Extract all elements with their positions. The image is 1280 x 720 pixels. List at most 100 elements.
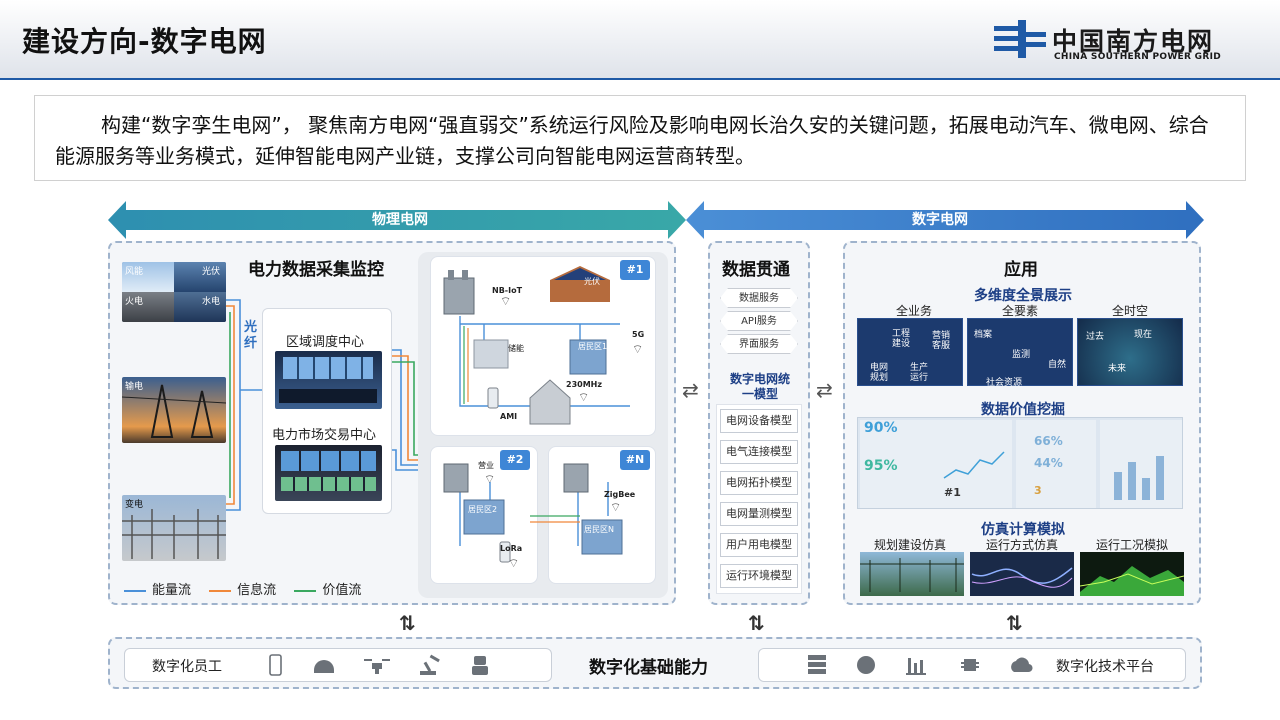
wifi-icon: ⌔ [500,294,512,308]
mining-value-rank: #1 [944,486,961,499]
mining-value-66: 66% [1034,434,1063,448]
energy-source-photo: 风能 光伏 火电 水电 [122,262,226,322]
updown-arrow-icon: ⇅ [748,611,765,635]
arrow-bands [108,201,1204,239]
photo-label-solar: 光伏 [202,267,221,277]
dispatch-center-label: 区域调度中心 [286,335,365,350]
label-5g: 5G [632,330,645,339]
physical-band-label: 物理电网 [372,212,428,228]
element-label-social: 社会资源 [986,378,1023,388]
model-measure: 电网量测模型 [720,502,798,526]
phone-icon [269,654,282,676]
model-environment: 运行环境模型 [720,564,798,588]
dispatch-center-photo [275,351,382,409]
biz-label-construction: 工程建设 [892,329,911,349]
mining-value-95: 95% [864,458,898,474]
market-center-photo [275,445,382,501]
updown-arrow-icon: ⇅ [1006,611,1023,635]
wifi-icon: ⌔ [578,390,590,404]
simulation-condition-img [1080,552,1184,596]
label-storage: 储能 [508,344,524,353]
market-center-label: 电力市场交易中心 [272,428,377,443]
transmission-photo: 输电 [122,377,226,443]
brain-icon [857,656,875,674]
time-label-present: 现在 [1134,330,1153,340]
platform-icons [808,655,1033,675]
label-zigbee: ZigBee [604,490,636,499]
drone-icon [364,659,390,674]
label-lora: LoRa [500,544,523,553]
mining-trend-chart [943,451,1005,479]
exchange-arrow-icon: ⇄ [816,378,833,402]
photo-label-wind: 风能 [125,267,144,277]
label-resident-2: 居民区2 [468,505,498,514]
legend-value-swatch [294,589,317,592]
foundation-title: 数字化基础能力 [589,658,708,678]
chip-icon [961,659,979,671]
panorama-col-spacetime: 全时空 [1112,304,1149,318]
fiber-label: 光纤 [244,320,258,351]
time-label-past: 过去 [1086,332,1105,342]
substation-photo: 变电 [122,495,226,561]
model-device: 电网设备模型 [720,409,798,433]
wifi-icon: ⌔ [610,500,622,514]
model-electrical: 电气连接模型 [720,440,798,464]
digital-platform-label: 数字化技术平台 [1056,659,1154,675]
mining-value-44: 44% [1034,456,1063,470]
simulation-planning-img [860,552,964,596]
intro-text: 构建“数字孪生电网”， 聚焦南方电网“强直弱交”系统运行风险及影响电网长治久安的… [34,95,1246,181]
legend-info-swatch [209,589,232,592]
label-resident-n: 居民区N [584,525,614,534]
digital-staff-label: 数字化员工 [152,659,222,675]
photo-label-thermal: 火电 [125,297,144,307]
panorama-spacetime-img: 过去 现在 未来 [1077,318,1183,386]
panorama-col-elements: 全要素 [1002,304,1039,318]
updown-arrow-icon: ⇅ [399,611,416,635]
logo-text-en: CHINA SOUTHERN POWER GRID [1054,52,1221,62]
service-api: API服务 [720,311,798,331]
label-business: 营业 [478,461,494,470]
logo-mark-icon [994,20,1046,58]
panorama-business-img: 工程建设 营销客服 电网规划 生产运行 [857,318,963,386]
element-label-nature: 自然 [1048,360,1067,370]
label-resident-1: 居民区1 [578,342,608,351]
network-diagram [443,266,630,563]
wifi-icon: ⌔ [484,472,496,486]
element-label-monitor: 监测 [1012,350,1031,360]
service-ui: 界面服务 [720,334,798,354]
chart-icon [906,658,926,675]
mining-bar-chart [1114,456,1164,500]
biz-label-marketing: 营销客服 [932,331,951,351]
wifi-icon: ⌔ [632,342,644,356]
element-label-archive: 档案 [974,330,993,340]
simulation-condition-label: 运行工况模拟 [1096,538,1169,552]
legend-info: 信息流 [237,583,277,598]
staff-icons [269,654,488,676]
legend: 能量流 信息流 价值流 [124,579,361,598]
legend-energy-swatch [124,589,146,592]
robot-icon [472,656,488,675]
model-consumption: 用户用电模型 [720,533,798,557]
digital-band-label: 数字电网 [912,212,968,228]
mining-title: 数据价值挖掘 [981,402,1065,418]
server-icon [808,655,826,674]
biz-label-planning: 电网规划 [870,363,889,383]
simulation-mode-label: 运行方式仿真 [986,538,1059,552]
panorama-col-business: 全业务 [896,304,933,318]
label-solar: 光伏 [584,277,600,286]
photo-label-substation: 变电 [125,500,144,510]
data-flow-title: 数据贯通 [722,260,790,280]
model-topology: 电网拓扑模型 [720,471,798,495]
mining-dashboard: 90% 95% 66% 44% #1 3 [857,417,1183,509]
panorama-elements-img: 档案 监测 自然 社会资源 [967,318,1073,388]
legend-value: 价值流 [322,583,362,598]
page-title: 建设方向-数字电网 [22,25,267,58]
application-title: 应用 [1004,260,1038,280]
label-ami: AMI [500,412,518,421]
wifi-icon: ⌔ [508,556,520,570]
logo: 中国南方电网 CHINA SOUTHERN POWER GRID [992,16,1252,66]
mining-value-90: 90% [864,420,898,436]
biz-label-operation: 生产运行 [910,363,929,383]
service-data: 数据服务 [720,288,798,308]
photo-label-transmission: 输电 [125,382,144,392]
